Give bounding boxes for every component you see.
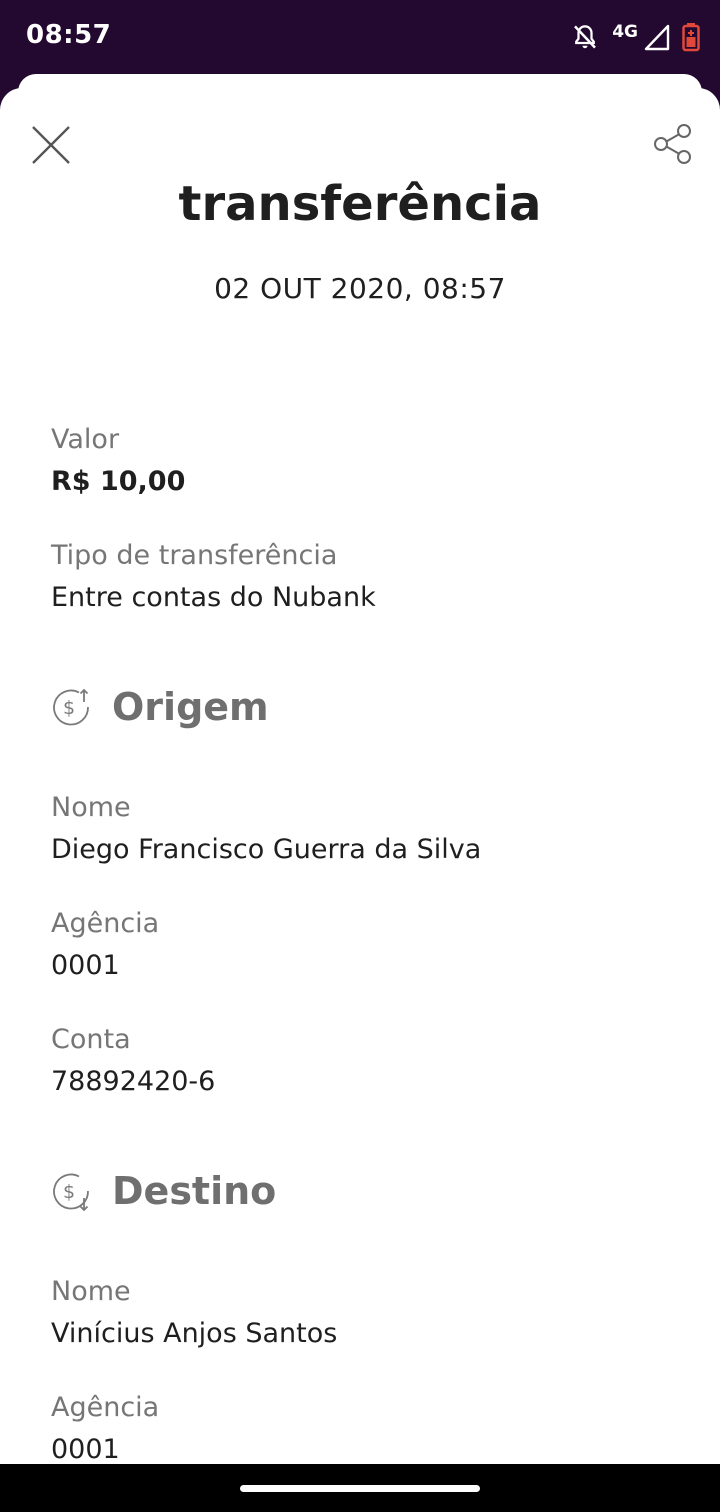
- transfer-type-label: Tipo de transferência: [51, 540, 338, 571]
- close-icon: [32, 126, 70, 164]
- origin-title: Origem: [112, 685, 269, 729]
- value-label: Valor: [51, 424, 120, 455]
- svg-text:$: $: [63, 1181, 75, 1203]
- transfer-type-value: Entre contas do Nubank: [51, 582, 376, 613]
- network-type: 4G: [612, 22, 638, 42]
- origin-account-value: 78892420-6: [51, 1066, 216, 1097]
- notifications-off-icon: [570, 22, 600, 52]
- value-amount: R$ 10,00: [51, 466, 186, 497]
- page-title: transferência: [178, 180, 542, 232]
- destination-name-value: Vinícius Anjos Santos: [51, 1318, 338, 1349]
- status-time: 08:57: [26, 20, 112, 50]
- share-icon: [654, 124, 691, 164]
- close-button[interactable]: [28, 122, 74, 168]
- share-button[interactable]: [650, 122, 696, 168]
- money-in-icon: $: [53, 1173, 89, 1211]
- transfer-date: 02 OUT 2020, 08:57: [214, 272, 506, 305]
- status-icons: 4G: [558, 20, 700, 54]
- navigation-bar: [0, 1464, 720, 1512]
- origin-name-label: Nome: [51, 792, 131, 823]
- destination-agency-label: Agência: [51, 1392, 160, 1423]
- money-out-icon: $: [53, 688, 89, 726]
- origin-section-header: $ Origem: [51, 685, 269, 729]
- svg-text:$: $: [63, 697, 75, 719]
- destination-name-label: Nome: [51, 1276, 131, 1307]
- home-indicator[interactable]: [240, 1485, 480, 1492]
- origin-account-label: Conta: [51, 1024, 131, 1055]
- destination-section-header: $ Destino: [51, 1169, 276, 1213]
- status-bar: 08:57 4G: [0, 0, 720, 76]
- destination-agency-value: 0001: [51, 1434, 120, 1464]
- transfer-receipt-sheet: transferência 02 OUT 2020, 08:57 Valor R…: [0, 88, 720, 1464]
- origin-agency-value: 0001: [51, 950, 120, 981]
- origin-agency-label: Agência: [51, 908, 160, 939]
- battery-icon: [682, 22, 700, 52]
- destination-title: Destino: [112, 1169, 277, 1213]
- origin-name-value: Diego Francisco Guerra da Silva: [51, 834, 482, 865]
- signal-icon: [644, 23, 670, 51]
